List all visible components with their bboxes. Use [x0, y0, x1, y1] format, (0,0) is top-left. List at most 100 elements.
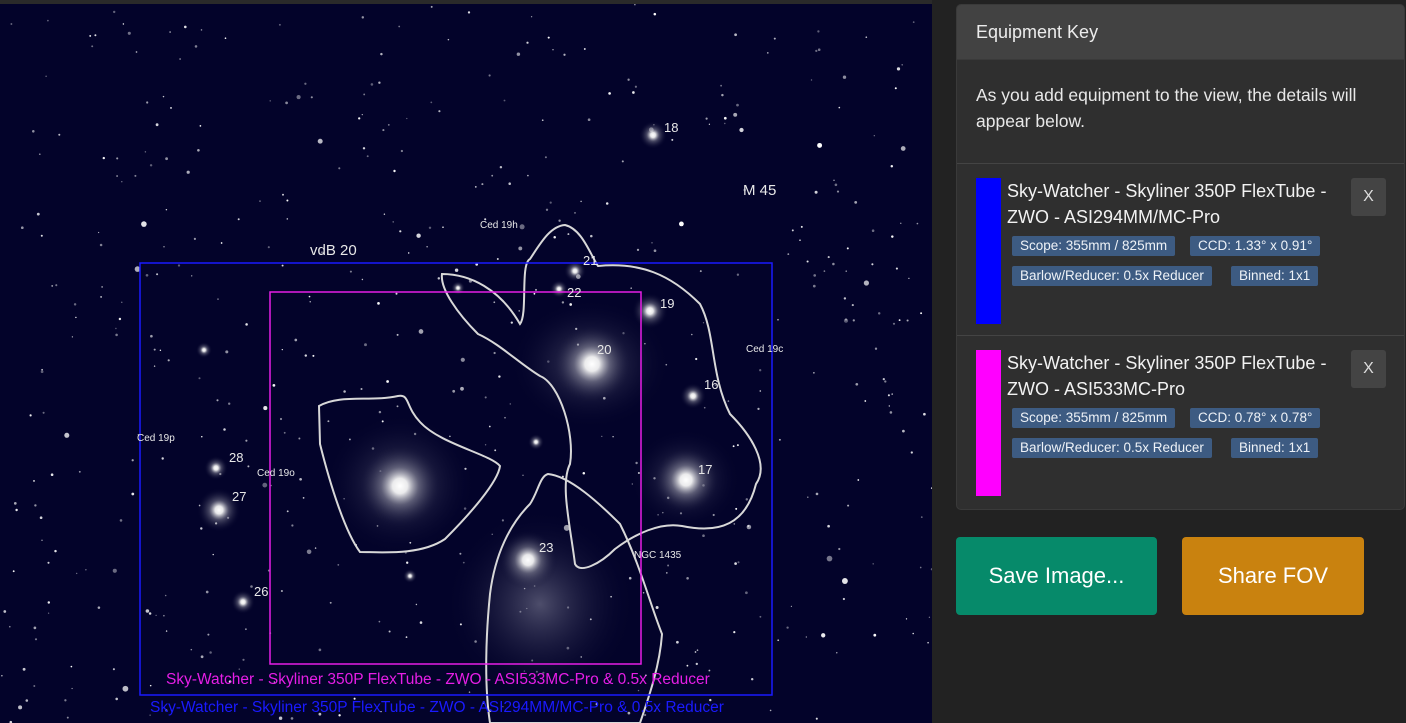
remove-button[interactable]: X [1351, 178, 1386, 216]
background-star [919, 566, 922, 569]
equipment-item: Sky-Watcher - Skyliner 350P FlexTube - Z… [957, 164, 1404, 336]
background-star [163, 614, 165, 617]
background-star [686, 664, 689, 667]
background-star [838, 106, 841, 109]
background-star [378, 81, 381, 84]
background-star [587, 118, 591, 122]
background-star [634, 85, 638, 88]
background-star [78, 470, 81, 473]
background-star [833, 179, 835, 182]
background-star [116, 157, 119, 160]
background-star [574, 212, 576, 214]
background-star [165, 208, 168, 211]
background-star [874, 347, 878, 350]
label-vdb20: vdB 20 [310, 242, 357, 259]
background-star [71, 336, 74, 338]
background-star [759, 369, 762, 372]
background-star [20, 226, 24, 230]
background-star [238, 668, 241, 670]
background-star [377, 302, 380, 305]
background-star [580, 200, 582, 203]
background-star [836, 190, 840, 193]
save-image-button[interactable]: Save Image... [956, 537, 1157, 615]
background-star [41, 368, 43, 371]
background-star [503, 99, 506, 102]
star [528, 434, 544, 450]
background-star [887, 394, 890, 397]
background-star [237, 218, 240, 221]
background-star [734, 33, 737, 37]
equipment-item: Sky-Watcher - Skyliner 350P FlexTube - Z… [957, 336, 1404, 508]
background-star [415, 603, 418, 606]
background-star [733, 112, 738, 117]
background-star [912, 632, 914, 635]
background-star [460, 357, 465, 362]
background-star [200, 655, 204, 659]
background-star [447, 38, 450, 41]
background-star [29, 414, 32, 417]
background-star [708, 123, 711, 125]
background-star [702, 322, 705, 324]
background-star [812, 284, 816, 288]
background-star [263, 406, 268, 411]
label-ced19o: Ced 19o [257, 468, 295, 479]
background-star [223, 428, 226, 431]
background-star [504, 416, 506, 419]
background-star [55, 284, 58, 287]
background-star [928, 616, 931, 618]
background-star [901, 64, 903, 66]
star-18 [639, 121, 667, 149]
background-star [169, 31, 171, 33]
background-star [484, 396, 487, 399]
sky-view[interactable]: vdB 20 M 45 Ced 19h Ced 19c Ced 19p Ced … [0, 4, 932, 723]
star-16 [680, 383, 706, 409]
background-star [179, 58, 182, 60]
background-star [857, 479, 860, 481]
background-star [12, 570, 15, 573]
background-star [71, 687, 73, 690]
background-star [695, 357, 698, 361]
background-star [699, 270, 702, 273]
background-star [362, 147, 366, 150]
background-star [40, 234, 43, 237]
background-star [508, 182, 511, 185]
background-star [847, 504, 850, 507]
background-star [468, 691, 471, 693]
background-star [141, 221, 147, 227]
background-star [155, 123, 159, 127]
background-star [224, 37, 227, 40]
background-star [873, 135, 875, 137]
background-star [54, 549, 57, 553]
background-star [553, 236, 556, 239]
background-star [135, 51, 138, 53]
background-star [382, 129, 385, 132]
background-star [695, 662, 698, 666]
share-fov-button[interactable]: Share FOV [1182, 537, 1364, 615]
background-star [170, 106, 172, 109]
background-star [814, 190, 818, 194]
background-star [33, 685, 36, 687]
remove-button[interactable]: X [1351, 350, 1386, 388]
star-28 [204, 456, 228, 480]
label-ced19p: Ced 19p [137, 433, 175, 444]
background-star [817, 48, 821, 51]
background-star [827, 256, 830, 259]
background-star [102, 156, 105, 160]
background-star [558, 219, 561, 222]
background-star [94, 34, 97, 37]
background-star [846, 247, 849, 250]
background-star [47, 561, 50, 564]
background-star [386, 380, 389, 383]
panel-title: Equipment Key [957, 5, 1404, 60]
background-star [298, 437, 301, 440]
background-star [791, 229, 794, 232]
background-star [790, 605, 793, 608]
background-star [165, 630, 168, 632]
background-star [757, 407, 760, 411]
background-star [545, 208, 549, 211]
background-star [567, 233, 570, 236]
background-star [889, 411, 893, 414]
background-star [97, 606, 101, 609]
background-star [807, 496, 809, 498]
background-star [745, 498, 749, 501]
